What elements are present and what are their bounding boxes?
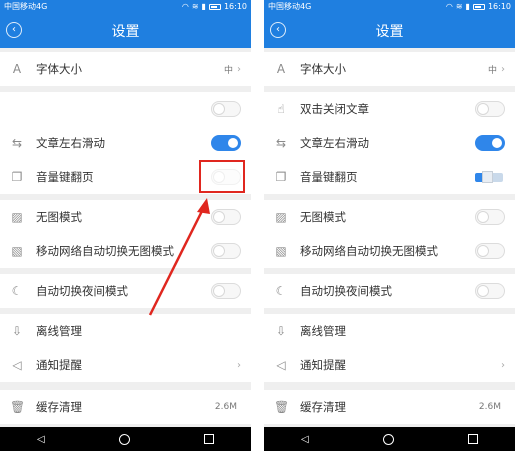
setting-double-tap-close[interactable]: ☝ 双击关闭文章 <box>264 92 515 126</box>
signal-icon: ▮ <box>465 2 470 11</box>
status-bar: 中国移动4G ◠ ≋ ▮ 16:10 <box>264 0 515 13</box>
setting-cache[interactable]: 🗑 缓存清理 2.6M <box>264 390 515 424</box>
home-circle-icon[interactable] <box>118 433 130 445</box>
speaker-icon: ◁ <box>276 358 286 372</box>
setting-swipe-articles[interactable]: ⇆ 文章左右滑动 <box>264 126 515 160</box>
time-label: 16:10 <box>487 2 511 11</box>
setting-notify[interactable]: ◁ 通知提醒 › <box>264 348 515 382</box>
back-button[interactable]: ‹ <box>270 22 286 38</box>
annotation-arrow <box>148 198 210 316</box>
swap-arrows-icon: ⇆ <box>275 136 287 150</box>
toggle-no-image[interactable] <box>475 209 505 225</box>
headphone-icon: ◠ <box>445 2 453 11</box>
back-triangle-icon[interactable]: ◁ <box>301 434 309 445</box>
chevron-right-icon: › <box>501 359 505 371</box>
nav-bar: ◁ <box>0 427 251 451</box>
tap-hand-icon: ☝ <box>277 102 285 116</box>
trash-icon: 🗑 <box>274 400 290 414</box>
back-triangle-icon[interactable]: ◁ <box>37 434 45 445</box>
toggle-swipe-articles[interactable] <box>475 135 505 151</box>
page-title: 设置 <box>375 23 404 40</box>
setting-auto-night[interactable]: ☾ 自动切换夜间模式 <box>264 274 515 308</box>
app-bar: ‹ 设置 <box>264 13 515 48</box>
toggle-mobile-no-image[interactable] <box>475 243 505 259</box>
carrier-label: 中国移动4G <box>268 2 312 11</box>
moon-icon: ☾ <box>275 284 287 298</box>
font-size-icon: A <box>276 62 286 76</box>
setting-font-size[interactable]: A 字体大小 中 › <box>264 52 515 86</box>
pages-icon: ❐ <box>275 170 287 184</box>
chevron-left-icon: ‹ <box>276 24 280 35</box>
nav-bar: ◁ <box>264 427 515 451</box>
mobile-image-icon: ▧ <box>275 244 287 258</box>
setting-offline[interactable]: ⇩ 离线管理 <box>264 314 515 348</box>
toggle-auto-night[interactable] <box>475 283 505 299</box>
left-screenshot: 中国移动4G ◠ ≋ ▮ 16:10 ‹ 设置 A 字体大小 中 › ⇆ 文章左… <box>0 0 251 451</box>
setting-volume-page-turn[interactable]: ❐ 音量键翻页 <box>264 160 515 194</box>
toggle-volume-page-turn[interactable] <box>475 169 505 185</box>
battery-icon <box>472 3 485 10</box>
setting-mobile-no-image[interactable]: ▧ 移动网络自动切换无图模式 <box>264 234 515 268</box>
home-circle-icon[interactable] <box>382 433 394 445</box>
image-icon: ▨ <box>275 210 287 224</box>
recents-square-icon[interactable] <box>467 434 478 444</box>
download-icon: ⇩ <box>275 324 287 338</box>
wifi-icon: ≋ <box>455 2 463 11</box>
recents-square-icon[interactable] <box>203 434 214 444</box>
setting-no-image[interactable]: ▨ 无图模式 <box>264 200 515 234</box>
chevron-right-icon: › <box>501 63 505 75</box>
toggle-double-tap-close[interactable] <box>475 101 505 117</box>
right-screenshot: 中国移动4G ◠ ≋ ▮ 16:10 ‹ 设置 A 字体大小 中 › ☝ 双击关… <box>264 0 515 451</box>
